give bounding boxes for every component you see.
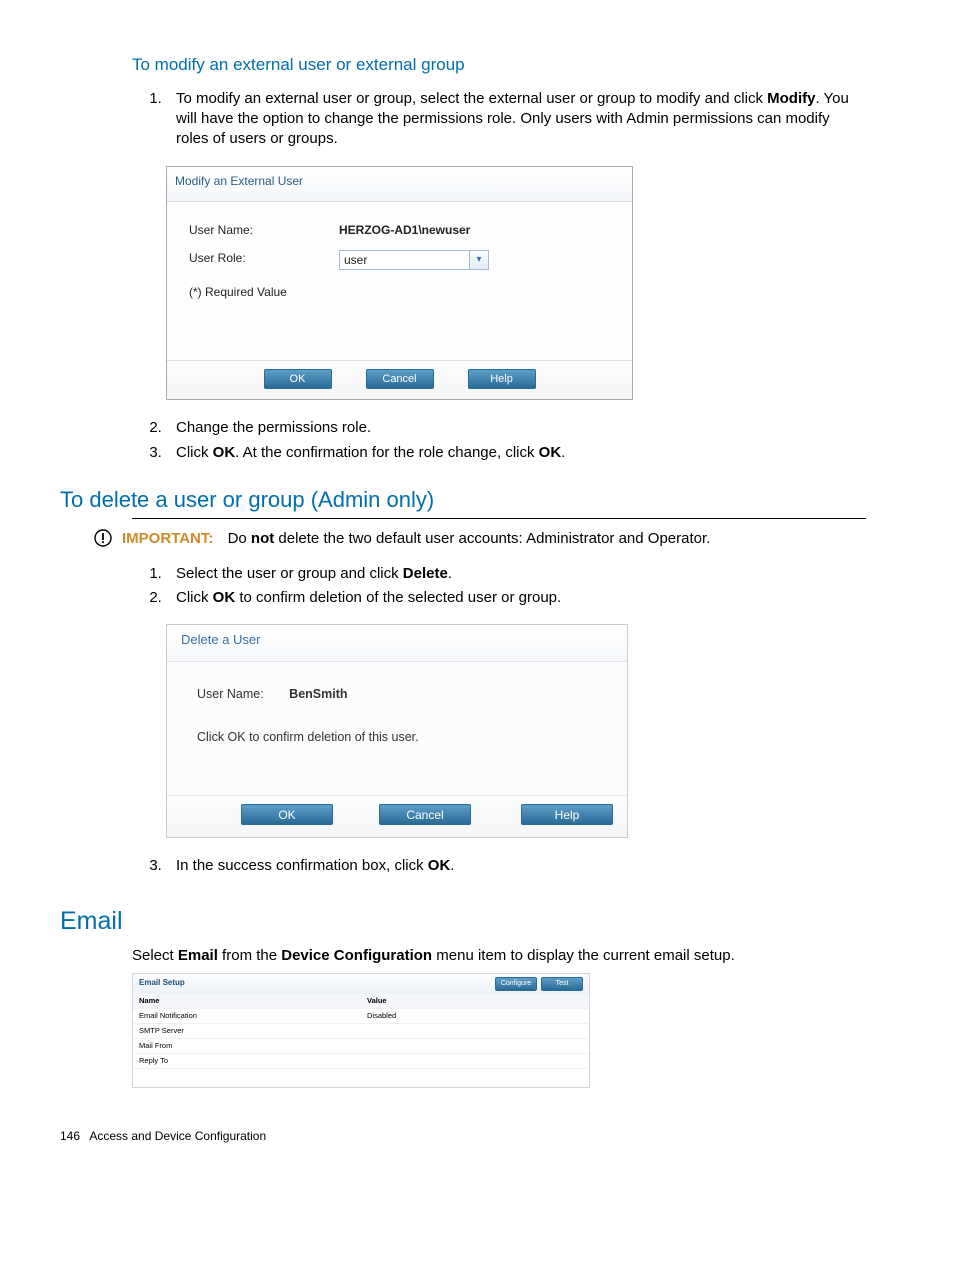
help-button[interactable]: Help bbox=[468, 369, 536, 389]
d1c: . bbox=[448, 565, 452, 582]
step-3: Click OK. At the confirmation for the ro… bbox=[166, 443, 866, 463]
del-step-3: In the success confirmation box, click O… bbox=[166, 856, 866, 876]
heading-modify-external: To modify an external user or external g… bbox=[132, 54, 866, 77]
step-1: To modify an external user or group, sel… bbox=[166, 89, 866, 150]
step3-a: Click bbox=[176, 444, 213, 461]
ei-b1: Email bbox=[178, 947, 218, 964]
cell bbox=[361, 1054, 589, 1069]
step3-b2: OK bbox=[539, 444, 562, 461]
imp-a: Do bbox=[228, 530, 251, 547]
table-row: Mail From bbox=[133, 1039, 589, 1054]
d1a: Select the user or group and click bbox=[176, 565, 403, 582]
cell: Mail From bbox=[133, 1039, 361, 1054]
page-footer: 146 Access and Device Configuration bbox=[60, 1128, 866, 1144]
username-label: User Name: bbox=[189, 222, 339, 238]
cell: SMTP Server bbox=[133, 1023, 361, 1038]
cell bbox=[361, 1023, 589, 1038]
step3-mid: . At the confirmation for the role chang… bbox=[235, 444, 539, 461]
d2-cancel-button[interactable]: Cancel bbox=[379, 804, 471, 825]
email-intro: Select Email from the Device Configurati… bbox=[132, 946, 866, 966]
email-table: Name Value Email NotificationDisabled SM… bbox=[133, 994, 589, 1070]
cell: Disabled bbox=[361, 1008, 589, 1023]
important-icon bbox=[94, 529, 112, 547]
d2-username-label: User Name: bbox=[197, 687, 264, 701]
imp-b: delete the two default user accounts: Ad… bbox=[274, 530, 710, 547]
chevron-down-icon[interactable]: ▾ bbox=[469, 251, 488, 269]
d2-username-value: BenSmith bbox=[289, 687, 347, 701]
col-value: Value bbox=[361, 994, 589, 1009]
ei-mid: from the bbox=[218, 947, 281, 964]
required-note: (*) Required Value bbox=[189, 285, 287, 299]
figure-delete-dialog: Delete a User User Name: BenSmith Click … bbox=[166, 624, 866, 838]
dialog2-title: Delete a User bbox=[167, 625, 627, 662]
delete-user-dialog: Delete a User User Name: BenSmith Click … bbox=[166, 624, 628, 838]
ei-a: Select bbox=[132, 947, 178, 964]
d3b: OK bbox=[428, 857, 451, 874]
d2b: OK bbox=[213, 589, 236, 606]
heading-email: Email bbox=[60, 905, 866, 939]
email-setup-title: Email Setup bbox=[139, 978, 185, 989]
cell: Reply To bbox=[133, 1054, 361, 1069]
userrole-select[interactable]: user ▾ bbox=[339, 250, 489, 270]
email-setup-panel: Email Setup Configure Test Name Value Em… bbox=[132, 973, 590, 1089]
step1-bold: Modify bbox=[767, 90, 815, 107]
username-value: HERZOG-AD1\newuser bbox=[339, 222, 470, 238]
cell bbox=[361, 1039, 589, 1054]
d2-confirm-text: Click OK to confirm deletion of this use… bbox=[197, 729, 609, 746]
table-row: Email NotificationDisabled bbox=[133, 1008, 589, 1023]
cell: Email Notification bbox=[133, 1008, 361, 1023]
d3a: In the success confirmation box, click bbox=[176, 857, 428, 874]
important-label: IMPORTANT: bbox=[122, 530, 213, 547]
step1-text-a: To modify an external user or group, sel… bbox=[176, 90, 767, 107]
table-row: Reply To bbox=[133, 1054, 589, 1069]
ei-suf: menu item to display the current email s… bbox=[432, 947, 735, 964]
table-row: SMTP Server bbox=[133, 1023, 589, 1038]
step3-suf: . bbox=[561, 444, 565, 461]
d2a: Click bbox=[176, 589, 213, 606]
imp-bold: not bbox=[251, 530, 274, 547]
heading-delete-user: To delete a user or group (Admin only) bbox=[60, 485, 866, 515]
step-2: Change the permissions role. bbox=[166, 418, 866, 438]
page-number: 146 bbox=[60, 1129, 80, 1143]
userrole-value: user bbox=[344, 252, 367, 268]
ei-b2: Device Configuration bbox=[281, 947, 432, 964]
d2c: to confirm deletion of the selected user… bbox=[235, 589, 561, 606]
chapter-title: Access and Device Configuration bbox=[89, 1129, 266, 1143]
important-note: IMPORTANT: Do not delete the two default… bbox=[88, 529, 866, 549]
d3c: . bbox=[450, 857, 454, 874]
modify-external-user-dialog: Modify an External User User Name: HERZO… bbox=[166, 166, 633, 401]
test-button[interactable]: Test bbox=[541, 977, 583, 991]
configure-button[interactable]: Configure bbox=[495, 977, 537, 991]
cancel-button[interactable]: Cancel bbox=[366, 369, 434, 389]
rule bbox=[132, 518, 866, 519]
d2-ok-button[interactable]: OK bbox=[241, 804, 333, 825]
dialog-title: Modify an External User bbox=[167, 167, 632, 202]
d1b: Delete bbox=[403, 565, 448, 582]
step3-b1: OK bbox=[213, 444, 236, 461]
d2-help-button[interactable]: Help bbox=[521, 804, 613, 825]
ok-button[interactable]: OK bbox=[264, 369, 332, 389]
figure-modify-dialog: Modify an External User User Name: HERZO… bbox=[166, 166, 866, 401]
userrole-label: User Role: bbox=[189, 250, 339, 270]
del-step-1: Select the user or group and click Delet… bbox=[166, 564, 866, 584]
del-step-2: Click OK to confirm deletion of the sele… bbox=[166, 588, 866, 608]
col-name: Name bbox=[133, 994, 361, 1009]
